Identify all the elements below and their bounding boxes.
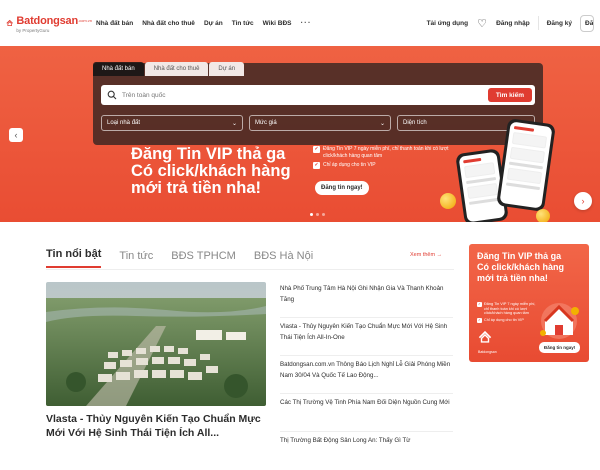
nav-item-du-an[interactable]: Dự án	[204, 20, 223, 27]
check-icon: ✓	[477, 317, 482, 323]
filter-label: Diện tích	[403, 120, 427, 126]
side-promo-logo-text: Batdongsan	[478, 350, 497, 354]
promo-title-line: mới trả tiền nha!	[131, 179, 261, 197]
nav-item-cho-thue[interactable]: Nhà đất cho thuê	[142, 20, 195, 27]
site-logo[interactable]: Batdongsan.com.vn by PropertyGuru	[6, 12, 92, 34]
logo-name: Batdongsan	[16, 15, 78, 28]
login-link[interactable]: Đăng nhập	[496, 20, 530, 27]
main-nav: Nhà đất bán Nhà đất cho thuê Dự án Tin t…	[96, 18, 312, 27]
side-promo-banner[interactable]: Đăng Tin VIP thả ga Có click/khách hàng …	[469, 244, 589, 362]
news-item[interactable]: Các Thị Trường Vệ Tinh Phía Nam Đối Diện…	[280, 394, 453, 432]
register-link[interactable]: Đăng ký	[547, 20, 572, 27]
tabs-divider	[46, 269, 454, 270]
news-list: Nhà Phố Trung Tâm Hà Nội Ghi Nhận Gia Và…	[280, 280, 453, 470]
carousel-dots	[310, 213, 325, 216]
side-promo-item: ✓ Đăng Tin VIP 7 ngày miễn phí, chỉ than…	[477, 302, 537, 316]
carousel-dot[interactable]	[316, 213, 319, 216]
filter-label: Loại nhà đất	[107, 120, 141, 126]
news-tabs: Tin nổi bật Tin tức BĐS TPHCM BĐS Hà Nội	[46, 248, 313, 268]
carousel-dot[interactable]	[310, 213, 313, 216]
house-illustration-icon	[540, 303, 579, 339]
promo-item-text: Chỉ áp dụng cho tin VIP	[323, 162, 376, 168]
check-icon: ✓	[477, 302, 482, 307]
side-post-now-button[interactable]: Đăng tin ngay!	[539, 342, 581, 353]
hero-promo-list: ✓ Đăng Tin VIP 7 ngày miễn phí, chỉ than…	[313, 146, 463, 172]
search-tab-du-an[interactable]: Dự án	[209, 62, 245, 76]
side-promo-title: Đăng Tin VIP thả ga Có click/khách hàng …	[477, 251, 564, 284]
side-promo-item: ✓ Chỉ áp dụng cho tin VIP	[477, 317, 537, 323]
header-divider	[537, 16, 539, 30]
tab-bds-ha-noi[interactable]: BĐS Hà Nội	[254, 250, 313, 268]
app-download-link[interactable]: Tải ứng dụng	[427, 20, 469, 27]
side-promo-title-line: Đăng Tin VIP thả ga	[477, 251, 562, 261]
promo-title-line: Có click/khách hàng	[131, 162, 291, 180]
post-listing-button[interactable]: Đăng tin	[580, 14, 594, 32]
search-tab-ban[interactable]: Nhà đất bán	[93, 62, 144, 76]
news-item[interactable]: Nhà Phố Trung Tâm Hà Nội Ghi Nhận Gia Và…	[280, 280, 453, 318]
carousel-dot[interactable]	[322, 213, 325, 216]
more-menu-icon[interactable]: ···	[301, 18, 312, 27]
chevron-down-icon: ⌄	[231, 120, 237, 127]
promo-title-line: Đăng Tin VIP thả ga	[131, 145, 286, 163]
logo-house-icon	[6, 19, 13, 26]
featured-article-title[interactable]: Vlasta - Thủy Nguyên Kiến Tạo Chuẩn Mực …	[46, 412, 270, 440]
hero-post-now-button[interactable]: Đăng tin ngay!	[315, 181, 369, 195]
logo-house-icon	[478, 330, 492, 343]
chevron-down-icon: ⌄	[379, 120, 385, 127]
nav-item-wiki[interactable]: Wiki BĐS	[263, 20, 292, 27]
tab-bds-tphcm[interactable]: BĐS TPHCM	[171, 250, 236, 268]
side-promo-title-line: mới trả tiền nha!	[477, 273, 548, 283]
nav-item-ban[interactable]: Nhà đất bán	[96, 20, 133, 27]
logo-subtitle: by PropertyGuru	[16, 28, 50, 34]
search-button[interactable]: Tìm kiếm	[487, 88, 532, 102]
nav-item-tin-tuc[interactable]: Tin tức	[232, 20, 254, 27]
search-tab-cho-thue[interactable]: Nhà đất cho thuê	[144, 62, 209, 76]
filter-label: Mức giá	[255, 120, 277, 126]
side-promo-item-text: Chỉ áp dụng cho tin VIP	[484, 317, 524, 322]
side-promo-item-text: Đăng Tin VIP 7 ngày miễn phí, chỉ thanh …	[484, 302, 536, 315]
filter-price[interactable]: Mức giá ⌄	[249, 115, 391, 131]
check-icon: ✓	[313, 146, 320, 153]
promo-item-text: Đăng Tin VIP 7 ngày miễn phí, chỉ thanh …	[323, 146, 449, 159]
carousel-prev-icon[interactable]: ‹	[9, 128, 23, 142]
side-promo-list: ✓ Đăng Tin VIP 7 ngày miễn phí, chỉ than…	[477, 302, 537, 325]
tab-tin-tuc[interactable]: Tin tức	[119, 250, 153, 268]
news-item[interactable]: Thị Trường Bất Động Sản Long An: Thấy Gì…	[280, 432, 453, 470]
promo-item: ✓ Chỉ áp dụng cho tin VIP	[313, 162, 463, 169]
filter-property-type[interactable]: Loại nhà đất ⌄	[101, 115, 243, 131]
tab-tin-noi-bat[interactable]: Tin nổi bật	[46, 248, 102, 268]
site-header: Batdongsan.com.vn by PropertyGuru Nhà đấ…	[0, 0, 600, 46]
side-promo-title-line: Có click/khách hàng	[477, 262, 565, 272]
hero-banner: ‹ Nhà đất bán Nhà đất cho thuê Dự án Tìm…	[0, 46, 600, 222]
see-more-link[interactable]: Xem thêm →	[410, 252, 442, 258]
check-icon: ✓	[313, 162, 320, 169]
side-promo-logo: Batdongsan	[478, 330, 506, 354]
carousel-next-icon[interactable]: ›	[574, 192, 592, 210]
promo-item: ✓ Đăng Tin VIP 7 ngày miễn phí, chỉ than…	[313, 146, 463, 159]
search-input[interactable]	[122, 91, 488, 99]
hero-promo-title: Đăng Tin VIP thả ga Có click/khách hàng …	[131, 146, 291, 197]
search-icon	[107, 90, 117, 100]
heart-icon[interactable]: ♡	[476, 17, 488, 30]
phones-illustration	[440, 101, 560, 222]
featured-article-image[interactable]	[46, 282, 266, 406]
news-item[interactable]: Vlasta - Thủy Nguyên Kiến Tạo Chuẩn Mực …	[280, 318, 453, 356]
logo-domain: .com.vn	[77, 18, 92, 24]
aerial-city-image	[46, 282, 266, 406]
news-item[interactable]: Batdongsan.com.vn Thông Báo Lịch Nghỉ Lễ…	[280, 356, 453, 394]
